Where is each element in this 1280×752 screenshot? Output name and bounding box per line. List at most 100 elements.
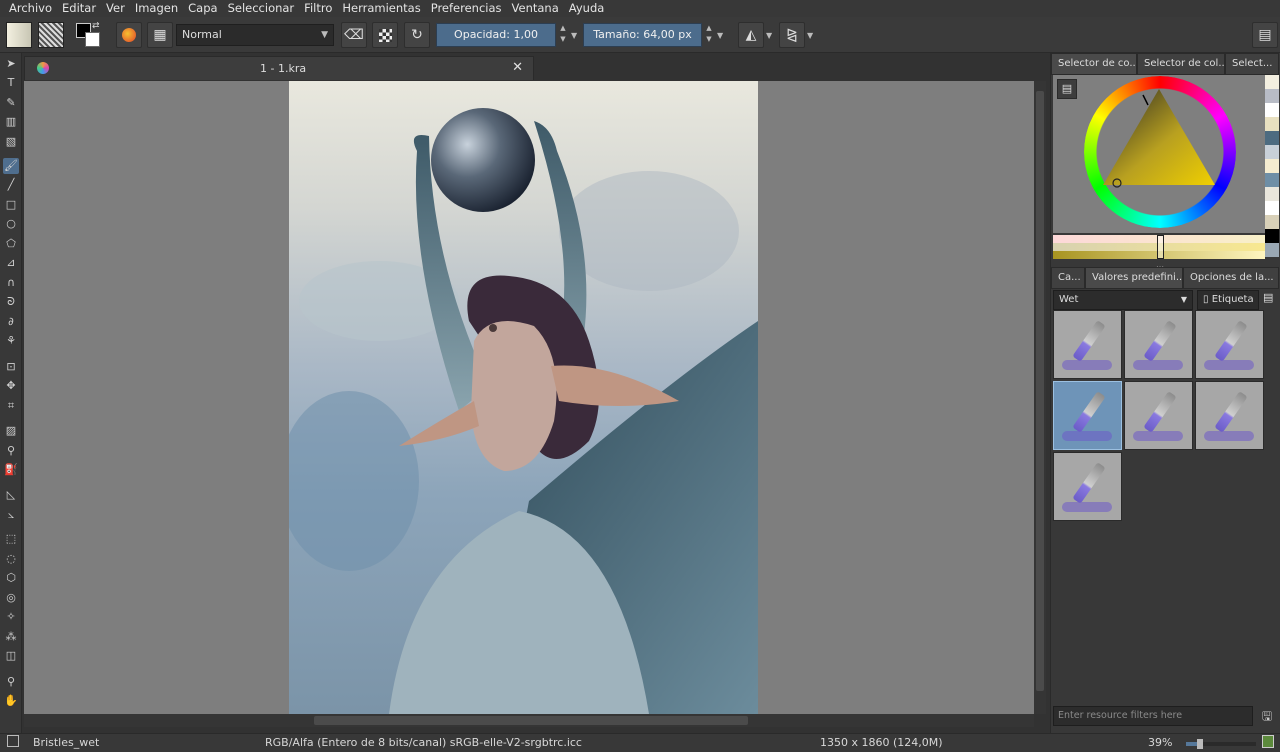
tab-tool-options[interactable]: Opciones de la... bbox=[1183, 267, 1279, 289]
palette-swatch[interactable] bbox=[1265, 229, 1279, 243]
gradient-tool-icon[interactable]: ▨ bbox=[3, 423, 19, 439]
gradient-selector[interactable] bbox=[6, 22, 32, 48]
background-color-swatch[interactable] bbox=[85, 32, 100, 47]
palette-swatch[interactable] bbox=[1265, 187, 1279, 201]
size-spinner[interactable]: ▲ ▼ bbox=[703, 23, 715, 47]
palette-swatch[interactable] bbox=[1265, 173, 1279, 187]
size-slider[interactable]: Tamaño: 64,00 px bbox=[583, 23, 702, 47]
contiguous-selection-tool-icon[interactable]: ✧ bbox=[3, 609, 19, 625]
multibrush-tool-icon[interactable]: ⚘ bbox=[3, 333, 19, 349]
mirror-horizontal-button[interactable]: ◭ bbox=[738, 22, 764, 48]
dynamic-brush-tool-icon[interactable]: ∂ bbox=[3, 314, 19, 330]
close-icon[interactable]: ✕ bbox=[512, 60, 523, 75]
tab-brush-presets[interactable]: Valores predefini... bbox=[1085, 267, 1183, 289]
transform-tool-icon[interactable]: ⊡ bbox=[3, 359, 19, 375]
horizontal-scrollbar-thumb[interactable] bbox=[314, 716, 748, 725]
opacity-slider[interactable]: Opacidad: 1,00 bbox=[436, 23, 556, 47]
palette-swatch[interactable] bbox=[1265, 89, 1279, 103]
reload-preset-button[interactable]: ↻ bbox=[404, 22, 430, 48]
zoom-slider-knob[interactable] bbox=[1196, 739, 1203, 749]
bezier-selection-tool-icon[interactable]: ◫ bbox=[3, 648, 19, 664]
measure-tool-icon[interactable]: ⦣ bbox=[3, 507, 19, 523]
color-sliders[interactable] bbox=[1053, 235, 1265, 259]
select-shapes-tool-icon[interactable]: ➤ bbox=[3, 56, 19, 72]
mirror-horizontal-dropdown-icon[interactable]: ▼ bbox=[766, 31, 772, 40]
brush-settings-button[interactable]: ▦ bbox=[147, 22, 173, 48]
palette-swatch[interactable] bbox=[1265, 145, 1279, 159]
bezier-tool-icon[interactable]: ∩ bbox=[3, 275, 19, 291]
slider-handle[interactable] bbox=[1157, 235, 1164, 259]
zoom-slider[interactable] bbox=[1186, 739, 1256, 749]
tool-options-menu-button[interactable]: ▤ bbox=[1252, 22, 1278, 48]
menu-archivo[interactable]: Archivo bbox=[4, 0, 57, 17]
calligraphy-tool-icon[interactable]: ▥ bbox=[3, 114, 19, 130]
blend-mode-select[interactable]: Normal ▼ bbox=[176, 24, 334, 46]
opacity-spinner[interactable]: ▲ ▼ bbox=[557, 23, 569, 47]
color-picker-tool-icon[interactable]: ⚲ bbox=[3, 443, 19, 459]
menu-filtro[interactable]: Filtro bbox=[299, 0, 337, 17]
menu-editar[interactable]: Editar bbox=[57, 0, 101, 17]
size-dropdown-icon[interactable]: ▼ bbox=[717, 31, 723, 40]
preserve-alpha-button[interactable] bbox=[372, 22, 398, 48]
pan-tool-icon[interactable]: ✋ bbox=[3, 693, 19, 709]
brush-preset-item[interactable] bbox=[1053, 310, 1122, 379]
elliptical-selection-tool-icon[interactable]: ◌ bbox=[3, 551, 19, 567]
menu-ver[interactable]: Ver bbox=[101, 0, 130, 17]
resource-filter-input[interactable]: Enter resource filters here bbox=[1053, 706, 1253, 726]
edit-shapes-tool-icon[interactable]: ✎ bbox=[3, 95, 19, 111]
palette-swatch[interactable] bbox=[1265, 103, 1279, 117]
crop-tool-icon[interactable]: ⌗ bbox=[3, 398, 19, 414]
menu-ayuda[interactable]: Ayuda bbox=[564, 0, 610, 17]
menu-imagen[interactable]: Imagen bbox=[130, 0, 183, 17]
polyline-tool-icon[interactable]: ⊿ bbox=[3, 255, 19, 271]
mirror-vertical-dropdown-icon[interactable]: ▼ bbox=[807, 31, 813, 40]
artwork-canvas[interactable] bbox=[289, 81, 758, 714]
palette-swatch[interactable] bbox=[1265, 159, 1279, 173]
menu-herramientas[interactable]: Herramientas bbox=[337, 0, 425, 17]
menu-ventana[interactable]: Ventana bbox=[507, 0, 564, 17]
vertical-scrollbar[interactable] bbox=[1034, 81, 1046, 714]
assistant-tool-icon[interactable]: ◺ bbox=[3, 487, 19, 503]
document-tab[interactable]: 1 - 1.kra ✕ bbox=[24, 56, 534, 80]
tab-color-selector-2[interactable]: Selector de col... bbox=[1137, 53, 1225, 75]
freehand-selection-tool-icon[interactable]: ◎ bbox=[3, 590, 19, 606]
fill-tool-icon[interactable]: ⛽ bbox=[3, 462, 19, 478]
pattern-selector[interactable] bbox=[38, 22, 64, 48]
palette-swatch[interactable] bbox=[1265, 75, 1279, 89]
vertical-scrollbar-thumb[interactable] bbox=[1036, 91, 1044, 691]
tag-button[interactable]: ▯ Etiqueta bbox=[1197, 290, 1259, 310]
wrap-around-toggle-icon[interactable] bbox=[1262, 735, 1274, 748]
text-tool-icon[interactable]: T bbox=[3, 75, 19, 91]
mirror-vertical-button[interactable]: ⧎ bbox=[779, 22, 805, 48]
fg-bg-color-selector[interactable]: ⇄ bbox=[76, 21, 102, 49]
rectangular-selection-tool-icon[interactable]: ⬚ bbox=[3, 531, 19, 547]
tab-categories[interactable]: Ca... bbox=[1051, 267, 1085, 289]
brush-preset-item[interactable] bbox=[1053, 452, 1122, 521]
eraser-mode-button[interactable]: ⌫ bbox=[341, 22, 367, 48]
palette-swatch[interactable] bbox=[1265, 243, 1279, 257]
brush-preset-item[interactable] bbox=[1195, 310, 1264, 379]
freehand-brush-tool-icon[interactable]: 🖌 bbox=[3, 158, 19, 174]
tab-color-selector-1[interactable]: Selector de co... bbox=[1051, 53, 1137, 75]
tab-color-selector-3[interactable]: Select... bbox=[1225, 53, 1279, 75]
ellipse-tool-icon[interactable]: ○ bbox=[3, 216, 19, 232]
polygonal-selection-tool-icon[interactable]: ⬡ bbox=[3, 570, 19, 586]
palette-swatch[interactable] bbox=[1265, 117, 1279, 131]
brush-preset-item[interactable] bbox=[1195, 381, 1264, 450]
rectangle-tool-icon[interactable]: □ bbox=[3, 197, 19, 213]
palette-swatch[interactable] bbox=[1265, 215, 1279, 229]
zoom-tool-icon[interactable]: ⚲ bbox=[3, 674, 19, 690]
horizontal-scrollbar[interactable] bbox=[24, 714, 1034, 727]
gradient-edit-tool-icon[interactable]: ▧ bbox=[3, 134, 19, 150]
swap-colors-icon[interactable]: ⇄ bbox=[92, 21, 100, 31]
move-tool-icon[interactable]: ✥ bbox=[3, 378, 19, 394]
polygon-tool-icon[interactable]: ⬠ bbox=[3, 236, 19, 252]
canvas-area[interactable] bbox=[24, 81, 1034, 714]
line-tool-icon[interactable]: ╱ bbox=[3, 177, 19, 193]
freehand-path-tool-icon[interactable]: ᘐ bbox=[3, 294, 19, 310]
brush-preset-item[interactable] bbox=[1124, 310, 1193, 379]
menu-preferencias[interactable]: Preferencias bbox=[426, 0, 507, 17]
menu-capa[interactable]: Capa bbox=[183, 0, 222, 17]
preset-tag-select[interactable]: Wet ▼ bbox=[1053, 290, 1193, 310]
palette-swatch[interactable] bbox=[1265, 201, 1279, 215]
